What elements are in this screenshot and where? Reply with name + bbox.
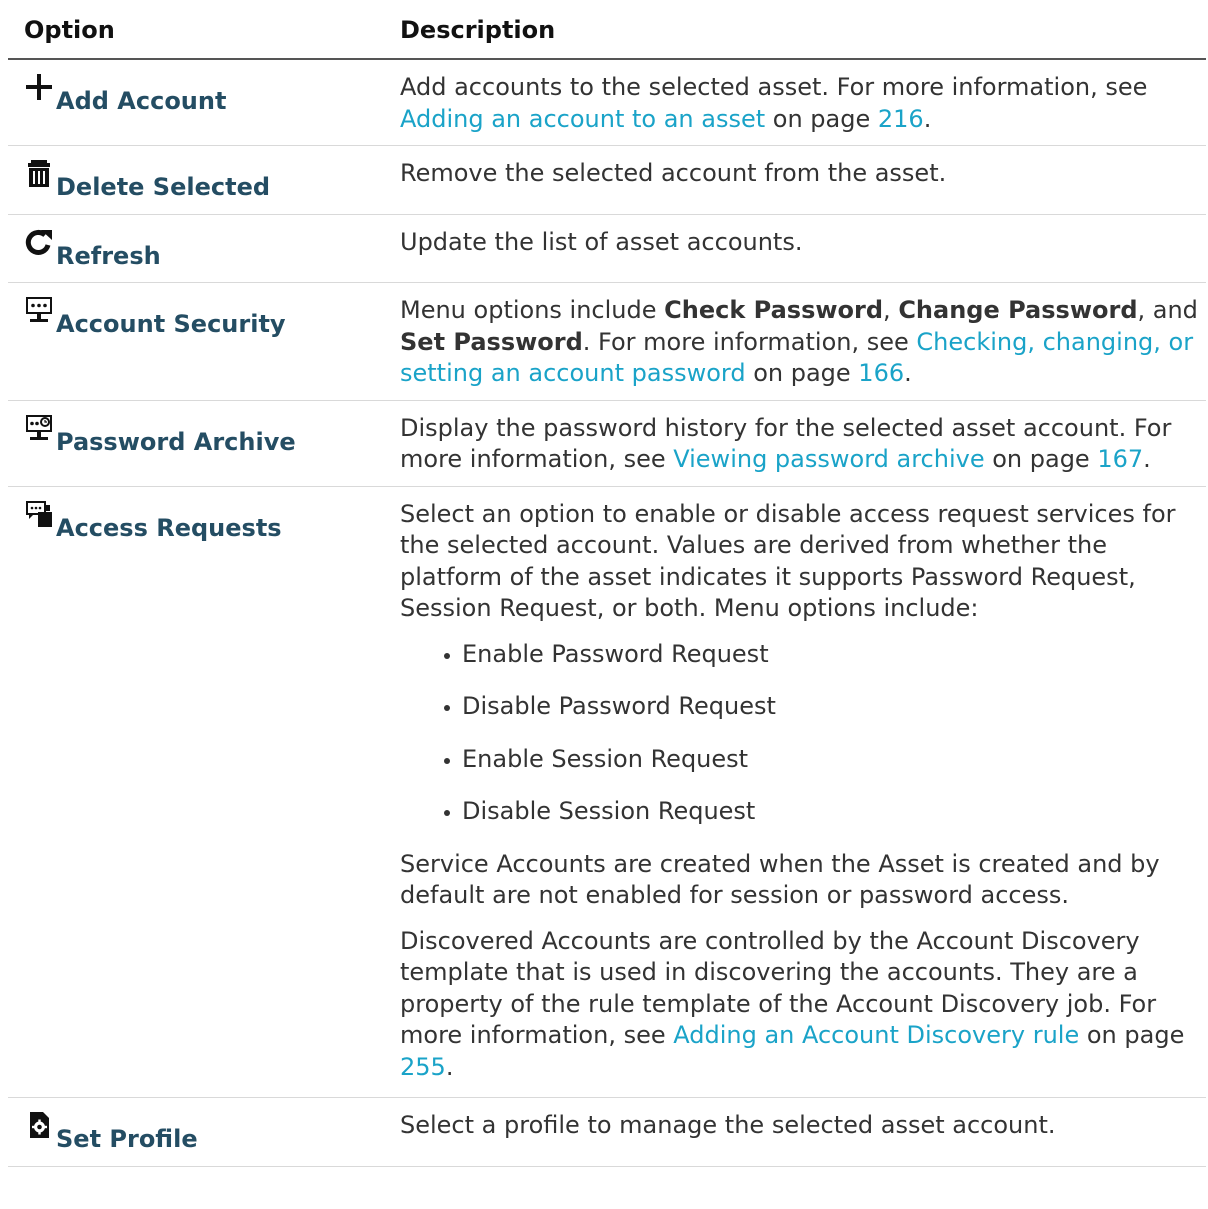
option-column-header: Option <box>8 0 384 60</box>
table-row: Delete Selected Remove the selected acco… <box>8 145 1206 215</box>
list-item: Disable Session Request <box>444 796 1202 828</box>
option-description: Update the list of asset accounts. <box>400 227 1202 259</box>
option-description: Remove the selected account from the ass… <box>400 158 1202 190</box>
table-row: Add Account Add accounts to the selected… <box>8 59 1206 146</box>
text-segment: on page <box>984 445 1098 473</box>
option-description: Select a profile to manage the selected … <box>400 1110 1202 1142</box>
text-segment: Add accounts to the selected asset. For … <box>400 73 1148 101</box>
text-segment: . <box>1143 445 1151 473</box>
option-description: Select an option to enable or disable ac… <box>400 499 1202 625</box>
list-item: Disable Password Request <box>444 691 1202 723</box>
plus-icon <box>26 74 52 100</box>
table-row: Set Profile Select a profile to manage t… <box>8 1097 1206 1167</box>
text-segment: on page <box>1079 1021 1185 1049</box>
text-segment: . <box>445 1052 454 1081</box>
account-security-icon <box>26 297 52 322</box>
text-segment: . For more information, see <box>582 327 917 356</box>
access-requests-icon <box>26 500 52 527</box>
set-profile-icon <box>30 1112 49 1138</box>
cross-reference-link[interactable]: 255 <box>400 1053 446 1081</box>
list-item: Enable Password Request <box>444 639 1202 671</box>
service-accounts-paragraph: Service Accounts are created when the As… <box>400 849 1202 912</box>
table-row: Account Security Menu options include Ch… <box>8 282 1206 401</box>
cross-reference-link[interactable]: 167 <box>1097 445 1143 473</box>
option-label: Access Requests <box>56 513 282 542</box>
table-row: Refresh Update the list of asset account… <box>8 214 1206 283</box>
cross-reference-link[interactable]: 216 <box>878 105 924 133</box>
cross-reference-link[interactable]: Viewing password archive <box>673 445 984 473</box>
header-row: Option Description <box>8 0 1206 60</box>
option-label: Set Profile <box>56 1125 198 1153</box>
text-segment: . <box>904 359 912 387</box>
option-description: Add accounts to the selected asset. For … <box>400 72 1202 135</box>
text-segment: Service Accounts are created when the As… <box>400 849 1160 910</box>
text-segment: Select an option to enable or disable ac… <box>400 499 1176 623</box>
table-row: Password Archive Display the password hi… <box>8 400 1206 487</box>
text-segment: Select a profile to manage the selected … <box>400 1111 1056 1139</box>
cross-reference-link[interactable]: 166 <box>858 359 904 387</box>
text-segment: on page <box>765 104 878 133</box>
trash-icon <box>28 160 50 187</box>
cross-reference-link[interactable]: Adding an Account Discovery rule <box>673 1021 1079 1049</box>
option-description: Display the password history for the sel… <box>400 413 1202 476</box>
table-row: Access Requests Select an option to enab… <box>8 486 1206 1098</box>
menu-option-name: Check Password <box>664 296 884 324</box>
option-label: Refresh <box>56 241 161 270</box>
text-segment: Remove the selected account from the ass… <box>400 159 947 187</box>
cross-reference-link[interactable]: Adding an account to an asset <box>400 105 765 133</box>
refresh-icon <box>25 229 52 255</box>
text-segment: Menu options include <box>400 296 665 324</box>
text-segment: Update the list of asset accounts. <box>400 227 803 256</box>
menu-option-name: Set Password <box>400 327 583 356</box>
option-label: Account Security <box>56 310 286 338</box>
text-segment: . <box>923 104 932 133</box>
list-item: Enable Session Request <box>444 744 1202 776</box>
text-segment: , <box>883 296 899 324</box>
text-segment: , and <box>1137 296 1198 324</box>
menu-option-name: Change Password <box>898 296 1138 324</box>
discovered-accounts-paragraph: Discovered Accounts are controlled by th… <box>400 926 1202 1084</box>
option-description: Menu options include Check Password, Cha… <box>400 295 1202 390</box>
text-segment: on page <box>745 359 859 387</box>
option-label: Delete Selected <box>56 173 271 201</box>
password-archive-icon <box>26 414 52 440</box>
option-label: Password Archive <box>56 427 296 456</box>
options-table: Option Description Add Account Add accou… <box>8 0 1206 1167</box>
menu-options-list: Enable Password Request Disable Password… <box>400 639 1202 828</box>
option-label: Add Account <box>56 87 227 115</box>
description-column-header: Description <box>384 0 1206 60</box>
